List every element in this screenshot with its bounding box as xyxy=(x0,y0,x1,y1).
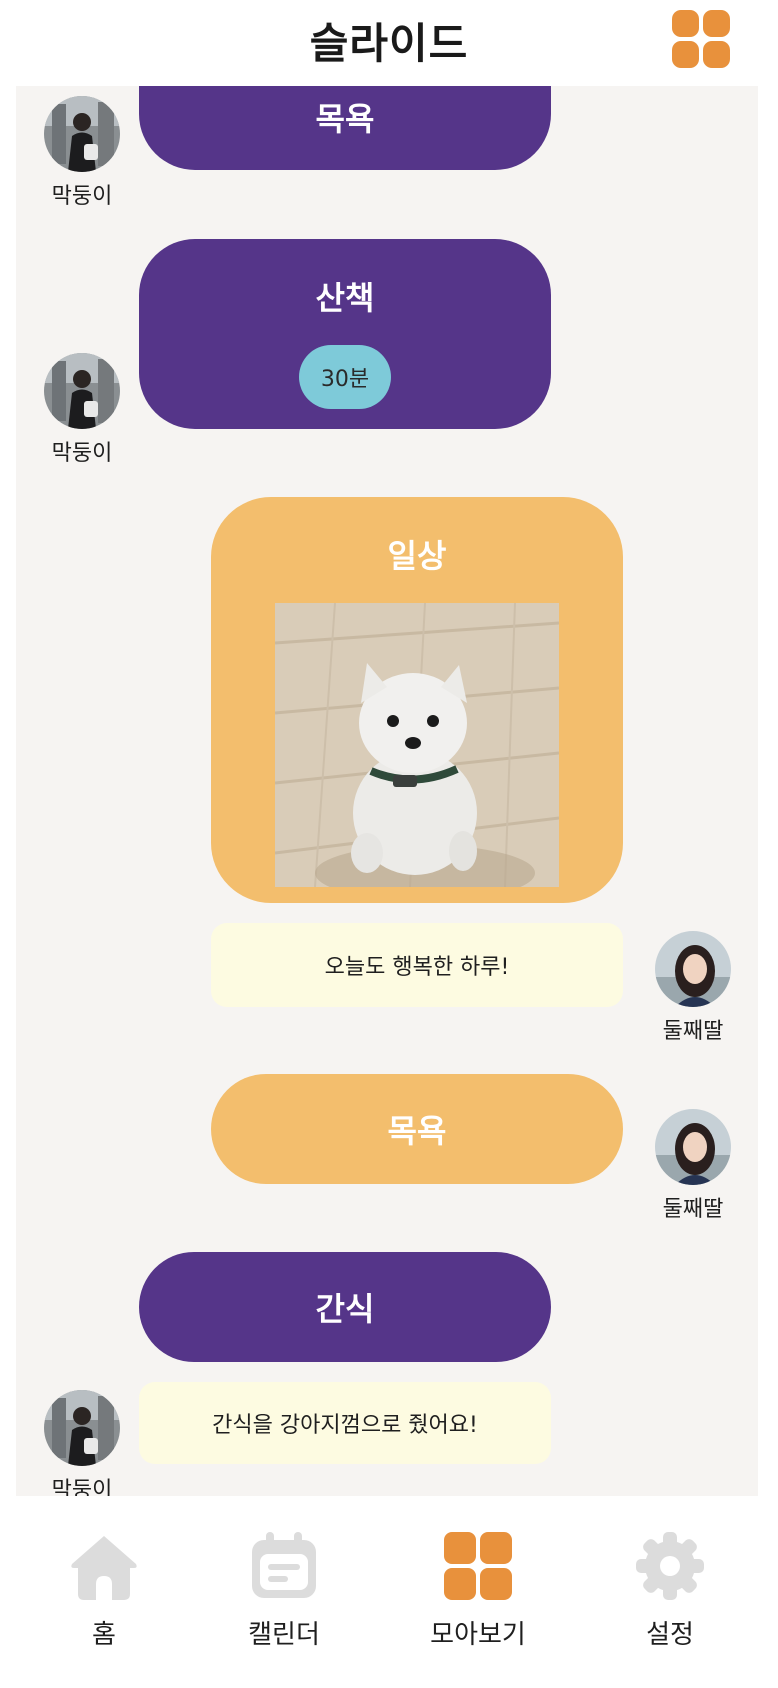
post-photo[interactable] xyxy=(275,603,559,887)
bottom-nav: 홈 캘린더 모아보기 설정 xyxy=(0,1496,778,1688)
post-author[interactable]: 둘째딸 xyxy=(648,931,738,1045)
grid-icon-cell xyxy=(672,41,699,68)
grid-icon-cell xyxy=(703,41,730,68)
author-name: 막둥이 xyxy=(51,1478,113,1496)
post-note-text: 오늘도 행복한 하루! xyxy=(324,955,510,980)
grid-icon-cell xyxy=(703,10,730,37)
post-title: 목욕 xyxy=(387,1112,447,1150)
nav-item-calendar[interactable]: 캘린더 xyxy=(214,1530,354,1651)
gear-icon xyxy=(634,1530,706,1602)
post-card[interactable]: 목욕 xyxy=(139,86,551,170)
home-icon xyxy=(68,1530,140,1602)
nav-item-home[interactable]: 홈 xyxy=(34,1530,174,1651)
post-card[interactable]: 간식 xyxy=(139,1252,551,1362)
grid-icon-cell xyxy=(672,10,699,37)
avatar xyxy=(44,353,120,429)
slide-feed[interactable]: 목욕 막둥이 산책 30분 막둥이 일상 오늘도 행복한 하루! 둘째딸 목욕 … xyxy=(16,86,758,1496)
app-screen: 슬라이드 목욕 막둥이 산책 30분 막둥이 일상 오늘도 행복한 하루! 둘째… xyxy=(0,0,778,1688)
avatar xyxy=(44,1390,120,1466)
post-author[interactable]: 막둥이 xyxy=(37,1390,127,1496)
post-note-text: 간식을 강아지껌으로 줬어요! xyxy=(212,1413,478,1438)
post-title: 간식 xyxy=(315,1290,375,1328)
post-note: 간식을 강아지껌으로 줬어요! xyxy=(139,1382,551,1464)
post-card[interactable]: 일상 xyxy=(211,497,623,903)
post-note: 오늘도 행복한 하루! xyxy=(211,923,623,1007)
author-name: 막둥이 xyxy=(51,441,113,466)
post-title: 일상 xyxy=(387,537,447,575)
nav-item-settings[interactable]: 설정 xyxy=(600,1530,740,1651)
post-author[interactable]: 둘째딸 xyxy=(648,1109,738,1223)
post-card[interactable]: 산책 30분 xyxy=(139,239,551,429)
nav-label: 캘린더 xyxy=(248,1620,320,1650)
duration-tag: 30분 xyxy=(299,345,391,409)
nav-label: 모아보기 xyxy=(430,1620,526,1650)
top-bar: 슬라이드 xyxy=(0,0,778,86)
author-name: 둘째딸 xyxy=(662,1019,724,1044)
grid-icon xyxy=(442,1530,514,1602)
calendar-icon xyxy=(248,1530,320,1602)
avatar xyxy=(44,96,120,172)
post-title: 목욕 xyxy=(315,100,375,138)
author-name: 둘째딸 xyxy=(662,1197,724,1222)
post-author[interactable]: 막둥이 xyxy=(37,96,127,210)
avatar xyxy=(655,1109,731,1185)
post-author[interactable]: 막둥이 xyxy=(37,353,127,467)
post-card[interactable]: 목욕 xyxy=(211,1074,623,1184)
nav-label: 설정 xyxy=(646,1620,694,1650)
grid-view-button[interactable] xyxy=(672,10,730,68)
author-name: 막둥이 xyxy=(51,184,113,209)
post-title: 산책 xyxy=(315,279,375,317)
avatar xyxy=(655,931,731,1007)
nav-label: 홈 xyxy=(92,1620,116,1650)
page-title: 슬라이드 xyxy=(309,19,469,68)
nav-item-collection[interactable]: 모아보기 xyxy=(408,1530,548,1651)
